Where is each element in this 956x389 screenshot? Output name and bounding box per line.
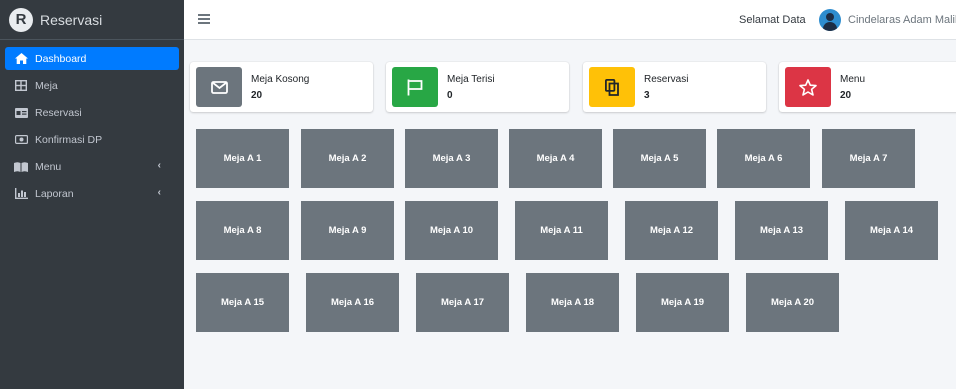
table-tile[interactable]: Meja A 2 xyxy=(301,129,394,188)
table-tile[interactable]: Meja A 8 xyxy=(196,201,289,260)
table-tile[interactable]: Meja A 20 xyxy=(746,273,839,332)
table-tile[interactable]: Meja A 6 xyxy=(717,129,810,188)
brand-logo: R xyxy=(9,7,33,32)
table-tile[interactable]: Meja A 4 xyxy=(509,129,602,188)
table-tile[interactable]: Meja A 11 xyxy=(515,201,608,260)
table-tile[interactable]: Meja A 1 xyxy=(196,129,289,188)
user-name[interactable]: Cindelaras Adam Malik xyxy=(848,14,956,26)
sidebar-item-reservasi[interactable]: Reservasi xyxy=(5,101,179,124)
info-box-value: 3 xyxy=(644,90,650,101)
sidebar-item-label: Menu xyxy=(35,160,62,173)
info-box-label: Meja Terisi xyxy=(447,74,495,85)
table-grid-icon xyxy=(14,80,28,92)
chart-icon xyxy=(14,188,28,200)
chevron-left-icon: ‹ xyxy=(157,160,161,171)
sidebar-item-konfirmasi-dp[interactable]: Konfirmasi DP xyxy=(5,128,179,151)
table-tile[interactable]: Meja A 14 xyxy=(845,201,938,260)
table-tile[interactable]: Meja A 12 xyxy=(625,201,718,260)
info-box-reservasi: Reservasi 3 xyxy=(583,62,766,112)
hamburger-menu-icon[interactable] xyxy=(198,14,210,24)
table-tile[interactable]: Meja A 18 xyxy=(526,273,619,332)
envelope-icon xyxy=(196,67,242,107)
sidebar-item-meja[interactable]: Meja xyxy=(5,74,179,97)
table-tile[interactable]: Meja A 15 xyxy=(196,273,289,332)
user-avatar[interactable] xyxy=(819,9,841,31)
copy-icon xyxy=(589,67,635,107)
id-card-icon xyxy=(14,107,28,119)
brand-name: Reservasi xyxy=(40,11,103,28)
table-tile[interactable]: Meja A 10 xyxy=(405,201,498,260)
table-tile[interactable]: Meja A 13 xyxy=(735,201,828,260)
sidebar-item-label: Laporan xyxy=(35,187,74,200)
info-box-label: Meja Kosong xyxy=(251,74,310,85)
greeting-text: Selamat Data xyxy=(739,14,806,26)
brand-logo-letter: R xyxy=(15,11,27,28)
info-box-value: 20 xyxy=(251,90,263,101)
info-box-value: 20 xyxy=(840,90,852,101)
money-icon xyxy=(14,134,28,146)
sidebar-item-label: Dashboard xyxy=(35,52,87,65)
table-tile[interactable]: Meja A 7 xyxy=(822,129,915,188)
info-box-label: Reservasi xyxy=(644,74,689,85)
book-icon xyxy=(14,161,28,173)
table-tile[interactable]: Meja A 17 xyxy=(416,273,509,332)
table-tile[interactable]: Meja A 16 xyxy=(306,273,399,332)
sidebar-nav: Dashboard Meja Reservasi Konfirmasi DP M… xyxy=(0,40,184,205)
table-tile[interactable]: Meja A 5 xyxy=(613,129,706,188)
home-icon xyxy=(14,53,28,65)
flag-icon xyxy=(392,67,438,107)
sidebar-item-menu[interactable]: Menu ‹ xyxy=(5,155,179,178)
sidebar-item-label: Reservasi xyxy=(35,106,82,119)
star-icon xyxy=(785,67,831,107)
sidebar-item-dashboard[interactable]: Dashboard xyxy=(5,47,179,70)
top-navbar: Selamat Data Cindelaras Adam Malik xyxy=(184,0,956,40)
info-box-menu: Menu 20 xyxy=(779,62,956,112)
info-box-label: Menu xyxy=(840,74,866,85)
table-tile[interactable]: Meja A 9 xyxy=(301,201,394,260)
sidebar-item-laporan[interactable]: Laporan ‹ xyxy=(5,182,179,205)
sidebar-item-label: Konfirmasi DP xyxy=(35,133,103,146)
chevron-left-icon: ‹ xyxy=(157,187,161,198)
info-box-meja-kosong: Meja Kosong 20 xyxy=(190,62,373,112)
table-tile[interactable]: Meja A 19 xyxy=(636,273,729,332)
info-box-value: 0 xyxy=(447,90,453,101)
info-box-meja-terisi: Meja Terisi 0 xyxy=(386,62,569,112)
sidebar-item-label: Meja xyxy=(35,79,58,92)
table-tile[interactable]: Meja A 3 xyxy=(405,129,498,188)
sidebar: R Reservasi Dashboard Meja Reservasi Kon… xyxy=(0,0,184,389)
brand[interactable]: R Reservasi xyxy=(0,0,184,40)
